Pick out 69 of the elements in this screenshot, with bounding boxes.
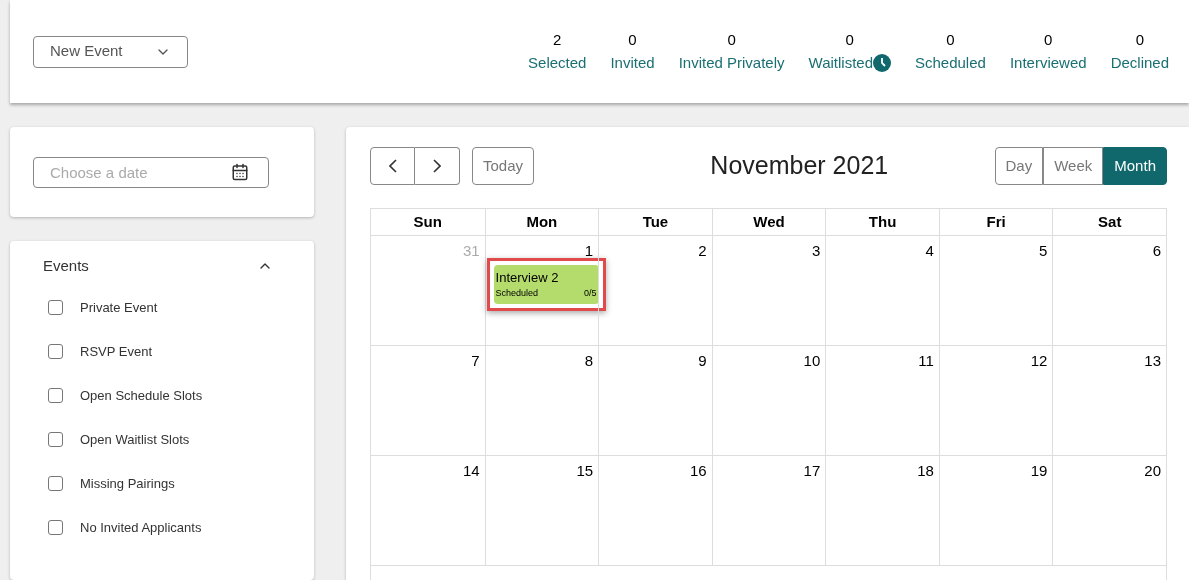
day-number: 2 [698,241,707,261]
checkbox[interactable] [48,300,63,315]
day-number: 19 [1030,461,1048,481]
day-number: 4 [925,241,934,261]
stat-link[interactable]: Invited Privately [678,51,785,74]
stat-link[interactable]: Declined [1110,51,1169,74]
checkbox[interactable] [48,520,63,535]
events-title: Events [43,256,89,276]
day-number: 16 [690,461,707,481]
checkbox[interactable] [48,476,63,491]
event-chip[interactable]: Interview 2 Scheduled 0/5 [493,264,599,304]
stat-count: 0 [1135,30,1144,50]
day-number: 9 [698,351,707,371]
day-number: 1 [584,241,594,261]
filter-label: RSVP Event [80,342,153,361]
day-number: 13 [1144,351,1161,371]
weekday-header: Sat [1052,209,1166,236]
clock-icon [873,53,891,72]
chevron-right-icon [433,159,441,173]
day-number: 5 [1039,241,1048,261]
weekday-header: Tue [598,209,712,236]
day-number: 6 [1152,241,1161,261]
next-button[interactable] [415,147,460,185]
new-event-dropdown[interactable]: New Event [33,35,188,68]
day-number: 7 [471,351,480,371]
day-number: 8 [584,351,594,371]
month-title: November 2021 [710,150,889,182]
stat-count: 0 [628,30,637,50]
checkbox[interactable] [48,344,63,359]
weekday-header: Fri [938,209,1053,236]
day-number: 31 [462,241,480,261]
stat-link[interactable]: Selected [528,51,587,74]
stat-count: 0 [845,30,854,50]
day-number: 11 [918,351,934,371]
day-number: 15 [576,461,594,481]
checkbox[interactable] [48,432,63,447]
day-number: 14 [462,461,480,481]
stat-count: 2 [553,30,562,50]
weekday-header: Mon [484,209,599,236]
filter-label: No Invited Applicants [80,518,202,537]
filter-label: Open Waitlist Slots [80,430,190,449]
chevron-left-icon [388,159,397,173]
weekday-header: Thu [825,209,939,236]
checkbox[interactable] [48,388,63,403]
stat-link[interactable]: Invited [610,51,655,74]
filter-label: Private Event [80,298,158,317]
filter-label: Open Schedule Slots [80,386,203,405]
weekday-header: Sun [371,209,485,236]
day-number: 20 [1144,461,1161,481]
date-field[interactable]: Choose a date [33,156,269,188]
weekday-header: Wed [711,209,826,236]
stat-link[interactable]: Waitlisted [808,51,873,74]
view-tab[interactable]: Day [994,147,1044,185]
day-number: 17 [803,461,821,481]
day-number: 12 [1030,351,1048,371]
view-tab[interactable]: Week [1043,147,1104,185]
today-button[interactable]: Today [472,147,535,185]
stat-link[interactable]: Scheduled [915,51,986,74]
day-number: 10 [803,351,821,371]
day-number: 3 [811,241,821,261]
stat-count: 0 [946,30,955,50]
stat-count: 0 [1044,30,1053,50]
filter-label: Missing Pairings [80,474,175,493]
calendar-icon [231,162,249,181]
day-number: 18 [917,461,934,481]
stat-count: 0 [727,30,736,50]
stat-link[interactable]: Interviewed [1009,51,1087,74]
previous-button[interactable] [370,147,415,185]
view-tab[interactable]: Month [1103,147,1167,185]
